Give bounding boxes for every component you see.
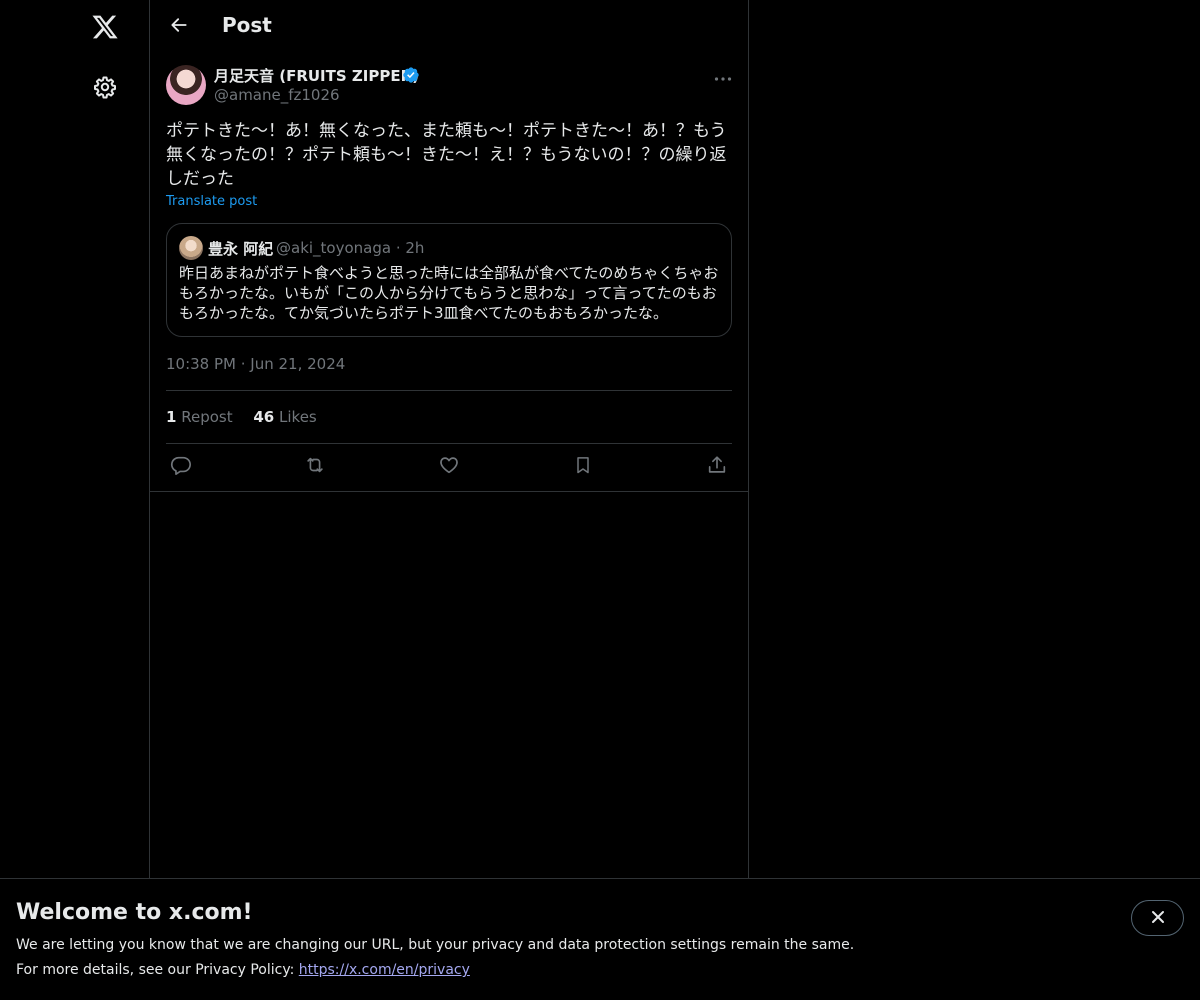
share-button[interactable] (700, 452, 734, 482)
like-label: Likes (279, 408, 317, 426)
repost-stat[interactable]: 1 Repost (166, 408, 233, 426)
more-horizontal-icon (714, 67, 732, 86)
divider (166, 390, 732, 391)
post-date: Jun 21, 2024 (250, 355, 346, 373)
x-logo-icon[interactable] (88, 10, 122, 44)
repost-button[interactable] (298, 452, 332, 482)
quote-author-handle: @aki_toyonaga (276, 239, 392, 257)
post-timestamp[interactable]: 10:38 PM · Jun 21, 2024 (166, 355, 345, 373)
privacy-policy-link[interactable]: https://x.com/en/privacy (299, 962, 470, 978)
reply-icon (170, 454, 192, 480)
close-banner-button[interactable] (1131, 900, 1184, 936)
quoted-post[interactable]: 豊永 阿紀 @aki_toyonaga · 2h 昨日あまねがポテト食べようと思… (166, 223, 732, 337)
author-avatar[interactable] (166, 65, 206, 105)
banner-title: Welcome to x.com! (16, 900, 253, 925)
quote-author-avatar (179, 236, 203, 260)
quote-age: 2h (405, 239, 425, 257)
like-stat[interactable]: 46 Likes (253, 408, 316, 426)
welcome-banner: Welcome to x.com! We are letting you kno… (0, 878, 1200, 1000)
left-nav (0, 0, 150, 878)
bookmark-button[interactable] (566, 452, 600, 482)
banner-details: For more details, see our Privacy Policy… (16, 962, 470, 978)
translate-post-link[interactable]: Translate post (166, 194, 257, 209)
author-handle[interactable]: @amane_fz1026 (214, 86, 340, 104)
app: Post 月足天音 (FRUITS ZIPPER) @amane_fz1026 … (0, 0, 1200, 1000)
close-icon (1151, 909, 1165, 928)
banner-details-prefix: For more details, see our Privacy Policy… (16, 962, 299, 978)
quote-author-name: 豊永 阿紀 (208, 240, 274, 258)
banner-message: We are letting you know that we are chan… (16, 937, 855, 953)
author-name[interactable]: 月足天音 (FRUITS ZIPPER) (214, 65, 419, 86)
like-button[interactable] (432, 452, 466, 482)
post-text: ポテトきた〜！あ！無くなった、また頼も〜！ポテトきた〜！あ！？もう無くなったの！… (166, 121, 727, 189)
top-bar: Post (150, 0, 748, 53)
back-button[interactable] (162, 10, 196, 44)
divider (150, 491, 748, 492)
arrow-left-icon (169, 15, 189, 39)
gear-icon[interactable] (89, 71, 121, 103)
post-stats: 1 Repost 46 Likes (166, 408, 333, 426)
reply-button[interactable] (164, 452, 198, 482)
action-bar (166, 452, 732, 482)
verified-badge-icon (402, 66, 420, 84)
quote-text: 昨日あまねがポテト食べようと思った時には全部私が食べてたのめちゃくちゃおもろかっ… (179, 264, 719, 322)
post-time: 10:38 PM (166, 355, 236, 373)
repost-count: 1 (166, 408, 177, 426)
main-column: Post 月足天音 (FRUITS ZIPPER) @amane_fz1026 … (150, 0, 749, 878)
share-icon (706, 454, 728, 480)
heart-icon (438, 454, 460, 480)
repost-icon (303, 454, 327, 480)
divider (166, 443, 732, 444)
like-count: 46 (253, 408, 275, 426)
repost-label: Repost (181, 408, 233, 426)
bookmark-icon (573, 454, 593, 480)
page-title: Post (222, 13, 272, 37)
quote-meta: @aki_toyonaga · 2h (276, 239, 425, 257)
more-button[interactable] (706, 64, 740, 88)
